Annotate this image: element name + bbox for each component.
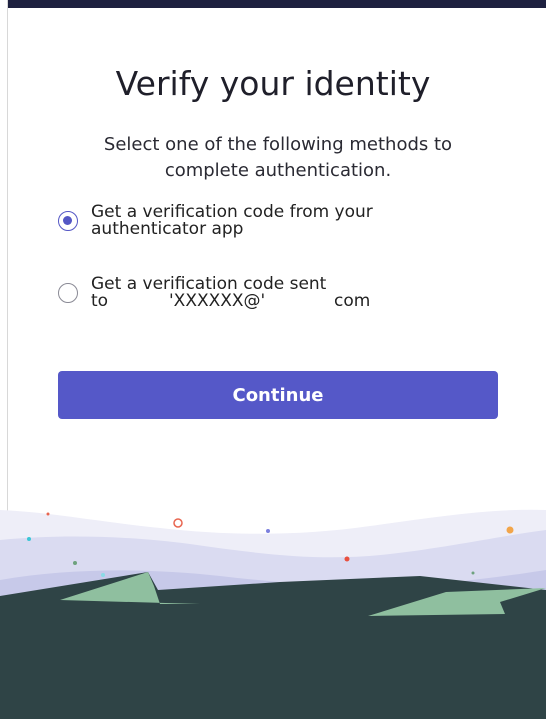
purple-dot [266, 529, 270, 533]
authenticator-app-radio[interactable] [58, 211, 78, 231]
email-user-masked: 'XXXXXX@' [169, 291, 266, 311]
page-subtitle: Select one of the following methods to c… [103, 134, 453, 181]
email-code-option[interactable]: Get a verification code sent to 'XXXXXX@… [58, 276, 421, 310]
verify-identity-page: Verify your identity Select one of the f… [0, 0, 546, 719]
page-title: Verify your identity [115, 64, 431, 103]
landscape-illustration [0, 509, 546, 719]
green-dot-right [471, 571, 475, 575]
email-domain: com [334, 291, 371, 311]
red-dot-left [46, 512, 50, 516]
green-dot-left [73, 561, 77, 565]
authenticator-app-label: Get a verification code from your authen… [91, 202, 373, 239]
cyan-dot [101, 573, 105, 577]
orange-ring-dot [173, 518, 183, 528]
window-top-bar [0, 0, 546, 8]
teal-dot-left [27, 537, 31, 541]
email-code-label: Get a verification code sent to 'XXXXXX@… [91, 276, 421, 310]
red-dot-center [344, 556, 350, 562]
authenticator-app-option[interactable]: Get a verification code from your authen… [58, 204, 421, 238]
continue-button[interactable]: Continue [58, 371, 498, 419]
email-code-radio[interactable] [58, 283, 78, 303]
orange-dot-right [506, 526, 514, 534]
email-address-line: to 'XXXXXX@' com [91, 293, 421, 310]
email-to-text: to [91, 291, 109, 311]
